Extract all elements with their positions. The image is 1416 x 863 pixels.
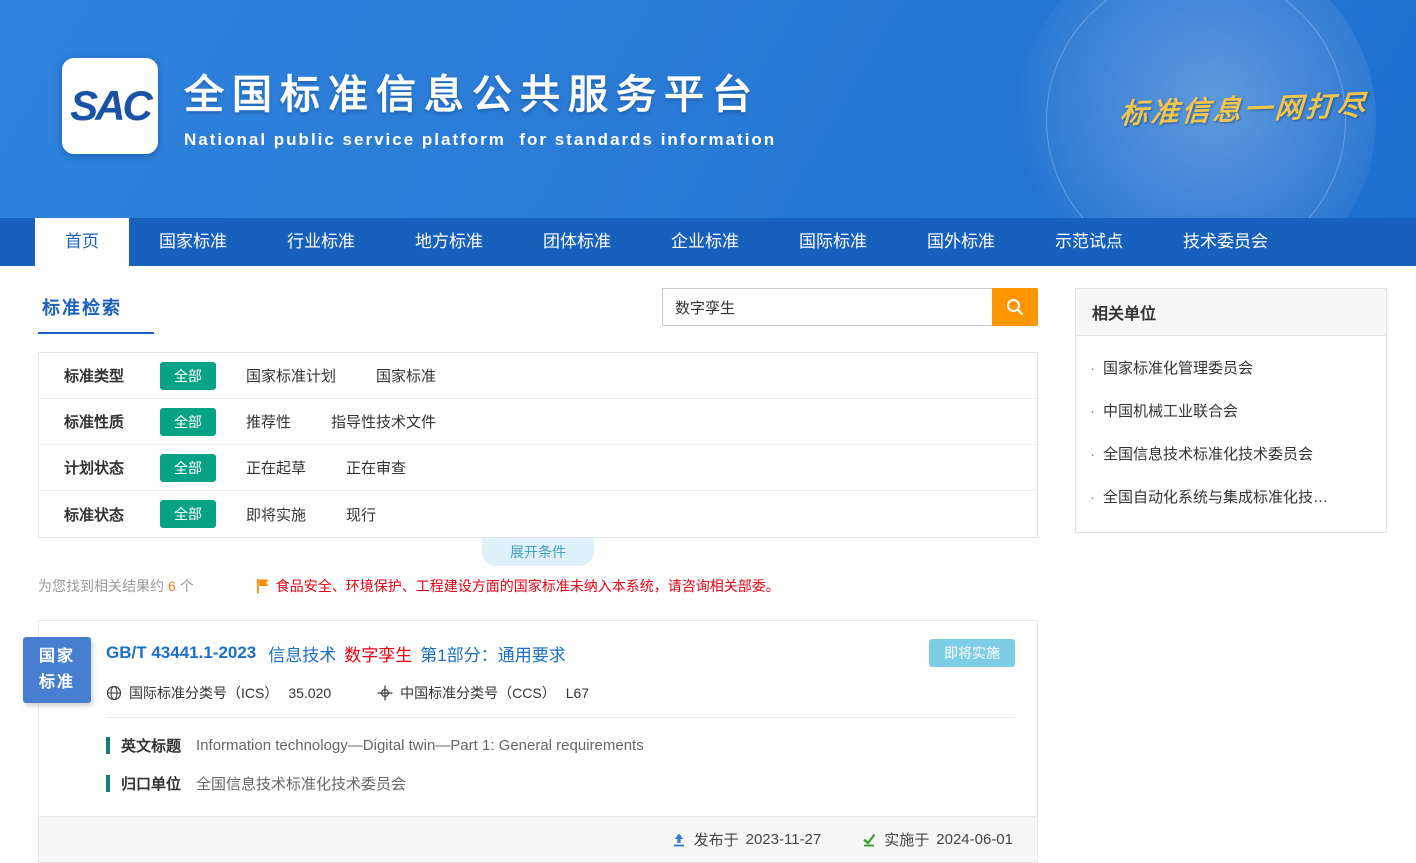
search-button[interactable] xyxy=(992,288,1038,326)
search-icon xyxy=(1005,297,1025,317)
filter-row-standard-type: 标准类型 全部 国家标准计划 国家标准 xyxy=(39,353,1037,399)
site-header: SAC 全国标准信息公共服务平台 National public service… xyxy=(0,0,1416,218)
related-unit-link[interactable]: 国家标准化管理委员会 xyxy=(1076,346,1386,389)
publish-label: 发布于 xyxy=(694,829,739,850)
filter-option[interactable]: 正在审查 xyxy=(346,457,406,478)
site-title: 全国标准信息公共服务平台 xyxy=(184,62,776,120)
nav-item-enterprise-standards[interactable]: 企业标准 xyxy=(641,218,769,266)
expand-conditions-button[interactable]: 展开条件 xyxy=(482,538,594,566)
filter-option[interactable]: 正在起草 xyxy=(246,457,306,478)
search-box xyxy=(662,288,1038,326)
title-segment: 信息技术 xyxy=(268,646,336,665)
badge-line-2: 标准 xyxy=(39,670,75,696)
site-subtitle: National public service platform for sta… xyxy=(184,130,776,150)
filter-option[interactable]: 国家标准 xyxy=(376,365,436,386)
title-segment: 第1部分：通用要求 xyxy=(420,646,565,665)
badge-line-1: 国家 xyxy=(39,644,75,670)
filter-label: 计划状态 xyxy=(64,457,160,478)
related-unit-link[interactable]: 全国信息技术标准化技术委员会 xyxy=(1076,432,1386,475)
filter-label: 标准类型 xyxy=(64,365,160,386)
department-value: 全国信息技术标准化技术委员会 xyxy=(196,773,406,794)
filter-all-button[interactable]: 全部 xyxy=(160,500,216,528)
filter-all-button[interactable]: 全部 xyxy=(160,408,216,436)
nav-item-technical-committee[interactable]: 技术委员会 xyxy=(1153,218,1298,266)
nav-item-foreign-standards[interactable]: 国外标准 xyxy=(897,218,1025,266)
related-units-list: 国家标准化管理委员会 中国机械工业联合会 全国信息技术标准化技术委员会 全国自动… xyxy=(1076,336,1386,532)
filter-label: 标准状态 xyxy=(64,504,160,525)
nav-item-group-standards[interactable]: 团体标准 xyxy=(513,218,641,266)
notice-text: 食品安全、环境保护、工程建设方面的国家标准未纳入本系统，请咨询相关部委。 xyxy=(276,576,780,596)
search-term-highlight: 数字孪生 xyxy=(344,646,412,665)
result-card: 国家 标准 GB/T 43441.1-2023 信息技术数字孪生第1部分：通用要… xyxy=(38,620,1038,863)
nav-item-home[interactable]: 首页 xyxy=(35,218,129,266)
standard-type-badge: 国家 标准 xyxy=(23,637,91,703)
ics-value: 35.020 xyxy=(288,685,331,701)
filter-option[interactable]: 国家标准计划 xyxy=(246,365,336,386)
system-notice: 食品安全、环境保护、工程建设方面的国家标准未纳入本系统，请咨询相关部委。 xyxy=(256,576,780,596)
publish-date: 2023-11-27 xyxy=(746,831,822,848)
filter-all-button[interactable]: 全部 xyxy=(160,362,216,390)
nav-item-local-standards[interactable]: 地方标准 xyxy=(385,218,513,266)
nav-item-international-standards[interactable]: 国际标准 xyxy=(769,218,897,266)
result-count-prefix: 为您找到相关结果约 xyxy=(38,578,164,594)
department-row: 归口单位 全国信息技术标准化技术委员会 xyxy=(106,773,1015,794)
result-card-footer: 发布于 2023-11-27 实施于 2024-06-01 xyxy=(39,816,1037,862)
filter-option[interactable]: 推荐性 xyxy=(246,411,291,432)
implement-date-item: 实施于 2024-06-01 xyxy=(861,829,1013,850)
related-units-title: 相关单位 xyxy=(1076,289,1386,336)
related-unit-link[interactable]: 中国机械工业联合会 xyxy=(1076,389,1386,432)
filter-all-button[interactable]: 全部 xyxy=(160,454,216,482)
nav-item-national-standards[interactable]: 国家标准 xyxy=(129,218,257,266)
nav-item-pilot-demonstration[interactable]: 示范试点 xyxy=(1025,218,1153,266)
accent-bar xyxy=(106,737,110,754)
classification-icon xyxy=(377,685,393,701)
filter-option[interactable]: 指导性技术文件 xyxy=(331,411,436,432)
tab-standard-search[interactable]: 标准检索 xyxy=(38,288,154,334)
result-count-number: 6 xyxy=(168,578,176,594)
standard-code-link[interactable]: GB/T 43441.1-2023 xyxy=(106,643,256,663)
implement-label: 实施于 xyxy=(884,829,929,850)
ccs-value: L67 xyxy=(566,685,589,701)
related-units-panel: 相关单位 国家标准化管理委员会 中国机械工业联合会 全国信息技术标准化技术委员会… xyxy=(1075,288,1387,533)
publish-date-item: 发布于 2023-11-27 xyxy=(671,829,822,850)
result-count-suffix: 个 xyxy=(180,578,194,594)
ics-label: 国际标准分类号（ICS） xyxy=(129,683,278,703)
flag-icon xyxy=(256,578,270,594)
related-unit-link[interactable]: 全国自动化系统与集成标准化技… xyxy=(1076,475,1386,518)
filter-label: 标准性质 xyxy=(64,411,160,432)
english-title-label: 英文标题 xyxy=(121,735,181,756)
sac-logo-text: SAC xyxy=(70,82,150,130)
filter-option[interactable]: 现行 xyxy=(346,504,376,525)
implement-check-icon xyxy=(861,832,877,848)
ccs-label: 中国标准分类号（CCS） xyxy=(400,683,556,703)
filter-row-standard-nature: 标准性质 全部 推荐性 指导性技术文件 xyxy=(39,399,1037,445)
accent-bar xyxy=(106,775,110,792)
globe-icon xyxy=(106,685,122,701)
filter-option[interactable]: 即将实施 xyxy=(246,504,306,525)
sac-logo: SAC xyxy=(62,58,158,154)
filter-row-plan-status: 计划状态 全部 正在起草 正在审查 xyxy=(39,445,1037,491)
english-title-row: 英文标题 Information technology—Digital twin… xyxy=(106,735,1015,756)
department-label: 归口单位 xyxy=(121,773,181,794)
standard-title-link[interactable]: 信息技术数字孪生第1部分：通用要求 xyxy=(268,641,573,666)
filter-row-standard-status: 标准状态 全部 即将实施 现行 xyxy=(39,491,1037,537)
status-badge: 即将实施 xyxy=(929,639,1015,667)
search-input[interactable] xyxy=(662,288,992,326)
filter-panel: 标准类型 全部 国家标准计划 国家标准 标准性质 全部 推荐性 指导性技术文件 … xyxy=(38,352,1038,538)
english-title-value: Information technology—Digital twin—Part… xyxy=(196,737,644,754)
implement-date: 2024-06-01 xyxy=(936,831,1013,848)
nav-item-industry-standards[interactable]: 行业标准 xyxy=(257,218,385,266)
main-nav: 首页 国家标准 行业标准 地方标准 团体标准 企业标准 国际标准 国外标准 示范… xyxy=(0,218,1416,266)
publish-icon xyxy=(671,832,687,848)
result-count: 为您找到相关结果约6个 xyxy=(38,576,194,596)
